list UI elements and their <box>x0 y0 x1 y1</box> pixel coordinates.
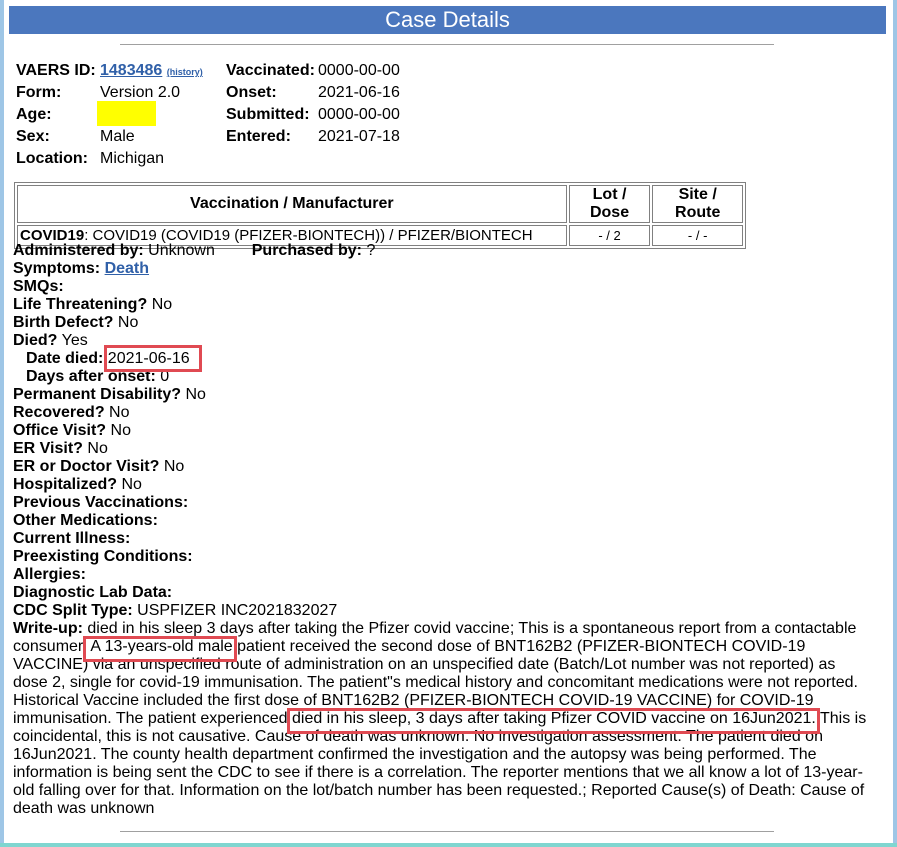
recovered-label: Recovered? <box>13 404 105 421</box>
onset-value: 2021-06-16 <box>318 84 400 101</box>
divider-top <box>120 44 774 45</box>
birth-defect-value: No <box>117 314 139 331</box>
office-visit-label: Office Visit? <box>13 422 107 439</box>
annotation-box-age <box>83 636 237 662</box>
er-doctor-visit-value: No <box>163 458 185 475</box>
allergies-label: Allergies: <box>13 566 86 583</box>
cdc-split-type-label: CDC Split Type: <box>13 602 133 619</box>
vaers-id-link[interactable]: 1483486 <box>100 62 162 79</box>
smqs-label: SMQs: <box>13 278 64 295</box>
writeup-label: Write-up: <box>13 620 83 637</box>
col-vaccination-manufacturer: Vaccination / Manufacturer <box>17 185 567 223</box>
previous-vaccinations-label: Previous Vaccinations: <box>13 494 189 511</box>
vaers-id-label: VAERS ID: <box>16 62 96 79</box>
onset-label: Onset: <box>226 84 277 101</box>
administered-by-value: Unknown <box>148 242 215 259</box>
col-lot-dose: Lot / Dose <box>568 185 651 223</box>
er-doctor-visit-label: ER or Doctor Visit? <box>13 458 160 475</box>
page-title: Case Details <box>9 6 886 34</box>
current-illness-label: Current Illness: <box>13 530 131 547</box>
sex-label: Sex: <box>16 128 50 145</box>
bottom-strip <box>0 843 897 847</box>
annotation-box-date-died <box>104 345 202 372</box>
er-visit-label: ER Visit? <box>13 440 83 457</box>
recovered-value: No <box>109 404 130 421</box>
location-label: Location: <box>16 150 88 167</box>
entered-value: 2021-07-18 <box>318 128 400 145</box>
died-value: Yes <box>61 332 88 349</box>
birth-defect-label: Birth Defect? <box>13 314 114 331</box>
form-label: Form: <box>16 84 62 101</box>
preexisting-conditions-label: Preexisting Conditions: <box>13 548 193 565</box>
er-visit-value: No <box>87 440 108 457</box>
vaccination-table: Vaccination / Manufacturer Lot / Dose Si… <box>14 182 746 249</box>
office-visit-value: No <box>110 422 131 439</box>
administered-by-label: Administered by: <box>13 242 144 259</box>
entered-label: Entered: <box>226 128 291 145</box>
form-value: Version 2.0 <box>100 84 181 101</box>
vaccinated-value: 0000-00-00 <box>318 62 400 79</box>
history-link[interactable]: (history) <box>167 67 203 77</box>
cdc-split-type-value: USPFIZER INC2021832027 <box>137 602 338 619</box>
col-site-route: Site / Route <box>652 185 743 223</box>
annotation-box-death <box>287 708 820 734</box>
diagnostic-lab-label: Diagnostic Lab Data: <box>13 584 173 601</box>
administered-row: Administered by: Unknown Purchased by: ? <box>13 242 873 260</box>
date-died-label: Date died: <box>26 350 104 367</box>
sex-value: Male <box>100 128 135 145</box>
submitted-label: Submitted: <box>226 106 310 123</box>
age-label: Age: <box>16 106 52 123</box>
permanent-disability-value: No <box>185 386 206 403</box>
location-value: Michigan <box>100 150 165 167</box>
life-threatening-label: Life Threatening? <box>13 296 148 313</box>
symptoms-row: Symptoms: Death <box>13 260 873 278</box>
died-label: Died? <box>13 332 58 349</box>
hospitalized-label: Hospitalized? <box>13 476 118 493</box>
submitted-value: 0000-00-00 <box>318 106 400 123</box>
hospitalized-value: No <box>121 476 142 493</box>
permanent-disability-label: Permanent Disability? <box>13 386 182 403</box>
purchased-by-value: ? <box>366 242 376 259</box>
purchased-by-label: Purchased by: <box>251 242 363 259</box>
symptom-death-link[interactable]: Death <box>105 260 149 277</box>
table-header-row: Vaccination / Manufacturer Lot / Dose Si… <box>17 185 743 223</box>
vaccinated-label: Vaccinated: <box>226 62 315 79</box>
divider-bottom <box>120 831 774 832</box>
symptoms-label: Symptoms: <box>13 260 101 277</box>
life-threatening-value: No <box>151 296 173 313</box>
other-medications-label: Other Medications: <box>13 512 158 529</box>
